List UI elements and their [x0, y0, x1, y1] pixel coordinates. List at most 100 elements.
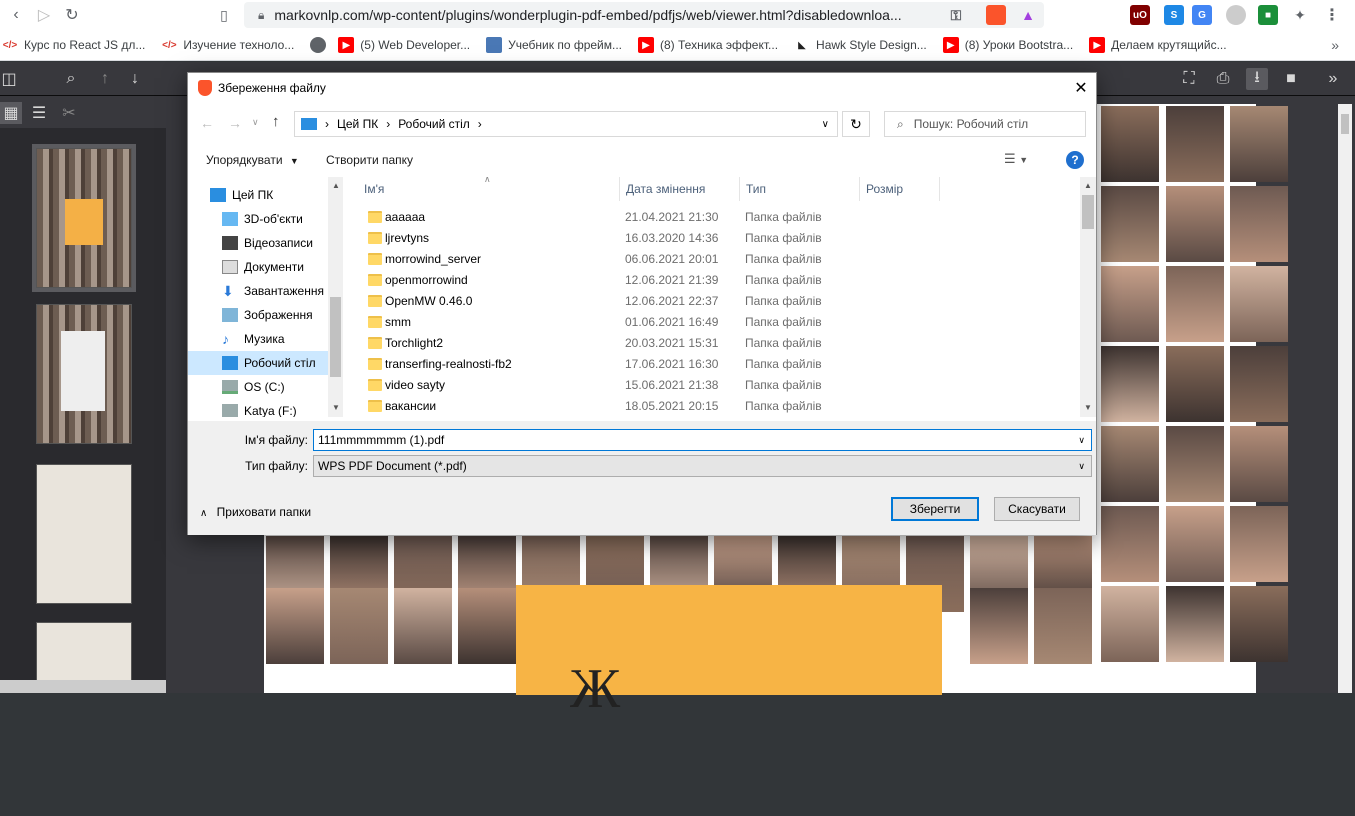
sidebar-toggle-icon[interactable]: ◫ — [0, 68, 20, 90]
file-row[interactable]: transerfing-realnosti-fb2 17.06.2021 16:3… — [344, 354, 1080, 375]
nav-scrollbar[interactable]: ▲ ▼ — [328, 177, 343, 417]
refresh-button[interactable]: ↻ — [842, 111, 870, 137]
puzzle-icon[interactable]: ✦ — [1290, 5, 1310, 25]
print-icon[interactable]: ⎙ — [1212, 68, 1234, 90]
collage-photo — [1101, 506, 1159, 582]
menu-dots-icon[interactable]: ⋮ — [1322, 5, 1342, 25]
nav-item-desktop[interactable]: Робочий стіл — [188, 351, 343, 375]
search-input[interactable]: ⌕ Пошук: Робочий стіл — [884, 111, 1086, 137]
file-date: 20.03.2021 15:31 — [625, 336, 719, 350]
file-row[interactable]: Torchlight2 20.03.2021 15:31 Папка файлів — [344, 333, 1080, 354]
previous-page-icon[interactable]: ↑ — [94, 68, 116, 90]
key-icon[interactable]: ⚿ — [946, 5, 966, 25]
recent-locations-icon[interactable]: ∨ — [252, 117, 259, 128]
page-thumbnail[interactable] — [32, 144, 136, 292]
cover-panel: Ж — [516, 585, 942, 720]
column-header-size[interactable]: Розмір — [860, 177, 940, 201]
file-row[interactable]: openmorrowind 12.06.2021 21:39 Папка файлі… — [344, 270, 1080, 291]
outline-icon[interactable]: ☰ — [28, 102, 50, 124]
cancel-button[interactable]: Скасувати — [994, 497, 1080, 521]
help-icon[interactable]: ? — [1066, 151, 1084, 169]
bookmark-icon[interactable]: ■ — [1280, 68, 1302, 90]
tools-icon[interactable]: » — [1322, 68, 1344, 90]
bookmark-item[interactable]: </> Курс по React JS дл... — [2, 37, 146, 53]
brave-rewards-icon[interactable]: ▲ — [1018, 5, 1038, 25]
nav-item-pictures[interactable]: Зображення — [188, 303, 343, 327]
skype-icon[interactable]: S — [1164, 5, 1184, 25]
folder-icon — [368, 316, 382, 328]
page-thumbnail[interactable] — [36, 464, 132, 604]
nav-item-videos[interactable]: Відеозаписи — [188, 231, 343, 255]
extension-green-icon[interactable]: ■ — [1258, 5, 1278, 25]
extension-gray-icon[interactable] — [1226, 5, 1246, 25]
column-header-name[interactable]: Ім'я ∧ — [358, 177, 620, 201]
dialog-titlebar: Збереження файлу ✕ — [188, 73, 1096, 103]
new-folder-button[interactable]: Створити папку — [326, 153, 413, 167]
forward-icon[interactable]: ▷ — [30, 1, 58, 29]
reload-icon[interactable]: ↻ — [58, 1, 86, 29]
file-row[interactable]: morrowind_server 06.06.2021 20:01 Папка фа… — [344, 249, 1080, 270]
up-folder-icon[interactable]: ↑ — [272, 113, 280, 130]
bookmarks-overflow-icon[interactable]: » — [1331, 37, 1339, 53]
nav-item-music[interactable]: ♪ Музика — [188, 327, 343, 351]
code-icon: </> — [162, 39, 177, 51]
nav-item-drive-f[interactable]: Katya (F:) — [188, 399, 343, 417]
nav-item-documents[interactable]: Документи — [188, 255, 343, 279]
search-placeholder: Пошук: Робочий стіл — [913, 117, 1029, 131]
bookmark-item[interactable]: ▶ (8) Техника эффект... — [638, 37, 778, 53]
nav-item-drive-c[interactable]: OS (C:) — [188, 375, 343, 399]
bookmark-item[interactable]: </> Изучение техноло... — [161, 37, 294, 53]
thumbnails-icon[interactable]: ▦ — [0, 102, 22, 124]
bookmark-item[interactable]: ▶ (8) Уроки Bootstra... — [942, 37, 1073, 53]
bookmark-item[interactable]: ▶ (5) Web Developer... — [338, 37, 470, 53]
sidebar-hscroll[interactable] — [0, 680, 166, 693]
file-row[interactable]: OpenMW 0.46.0 12.06.2021 22:37 Папка файлі… — [344, 291, 1080, 312]
bookmark-item[interactable]: Учебник по фрейм... — [486, 37, 622, 53]
back-icon[interactable]: ← — [200, 115, 214, 131]
next-page-icon[interactable]: ↓ — [124, 68, 146, 90]
ublock-icon[interactable]: uO — [1130, 5, 1150, 25]
forward-icon[interactable]: → — [228, 115, 242, 131]
address-breadcrumb[interactable]: › Цей ПК › Робочий стіл › ∨ — [294, 111, 838, 137]
presentation-mode-icon[interactable]: ⛶ — [1178, 68, 1200, 90]
nav-item-this-pc[interactable]: Цей ПК — [188, 183, 343, 207]
breadcrumb-item[interactable]: Цей ПК — [337, 117, 378, 131]
save-button[interactable]: Зберегти — [891, 497, 979, 521]
filetype-select[interactable]: WPS PDF Document (*.pdf) ∨ — [313, 455, 1092, 477]
close-icon[interactable]: ✕ — [1066, 73, 1096, 103]
column-header-date[interactable]: Дата змінення — [620, 177, 740, 201]
brave-shield-icon[interactable] — [986, 5, 1006, 25]
file-row[interactable]: аааааа 21.04.2021 21:30 Папка файлів — [344, 207, 1080, 228]
organize-button[interactable]: Упорядкувати ▼ — [206, 153, 299, 167]
bookmark-item[interactable] — [310, 37, 332, 53]
file-row[interactable]: video sayty 15.06.2021 21:38 Папка файлів — [344, 375, 1080, 396]
column-header-type[interactable]: Тип — [740, 177, 860, 201]
view-options-icon[interactable]: ☰ ▼ — [1004, 151, 1028, 167]
translate-icon[interactable]: G — [1192, 5, 1212, 25]
filename-input[interactable]: 111mmmmmmm (1).pdf ∨ — [313, 429, 1092, 451]
file-name: morrowind_server — [385, 252, 482, 266]
page-thumbnail[interactable] — [36, 304, 132, 444]
back-icon[interactable]: ‹ — [2, 1, 30, 29]
bookmark-item[interactable]: ▶ Делаем крутящийс... — [1089, 37, 1227, 53]
file-row[interactable]: ljrevtyns 16.03.2020 14:36 Папка файлів — [344, 228, 1080, 249]
file-row[interactable]: smm 01.06.2021 16:49 Папка файлів — [344, 312, 1080, 333]
file-date: 01.06.2021 16:49 — [625, 315, 719, 329]
viewer-scrollbar[interactable] — [1338, 104, 1352, 693]
attachments-icon[interactable]: ✂ — [58, 102, 80, 124]
chevron-down-icon[interactable]: ∨ — [822, 119, 829, 130]
file-list-scrollbar[interactable]: ▲ ▼ — [1080, 177, 1096, 417]
chevron-down-icon[interactable]: ∨ — [1078, 435, 1085, 446]
breadcrumb-item[interactable]: Робочий стіл — [398, 117, 470, 131]
nav-item-3d-objects[interactable]: 3D-об'єкти — [188, 207, 343, 231]
address-bar[interactable]: 🔒︎ markovnlp.com/wp-content/plugins/wond… — [244, 2, 1044, 28]
download-icon[interactable]: ⭳ — [1246, 68, 1268, 90]
hide-folders-button[interactable]: ∧ Приховати папки — [200, 505, 311, 519]
bookmark-star-icon[interactable]: ▯ — [210, 1, 238, 29]
chevron-up-icon: ∧ — [200, 508, 208, 519]
file-name: OpenMW 0.46.0 — [385, 294, 473, 308]
nav-item-downloads[interactable]: ⬇ Завантаження — [188, 279, 343, 303]
file-row[interactable]: вакансии 18.05.2021 20:15 Папка файлів — [344, 396, 1080, 417]
find-icon[interactable]: ⌕ — [60, 68, 82, 90]
bookmark-item[interactable]: ◣ Hawk Style Design... — [794, 37, 927, 53]
